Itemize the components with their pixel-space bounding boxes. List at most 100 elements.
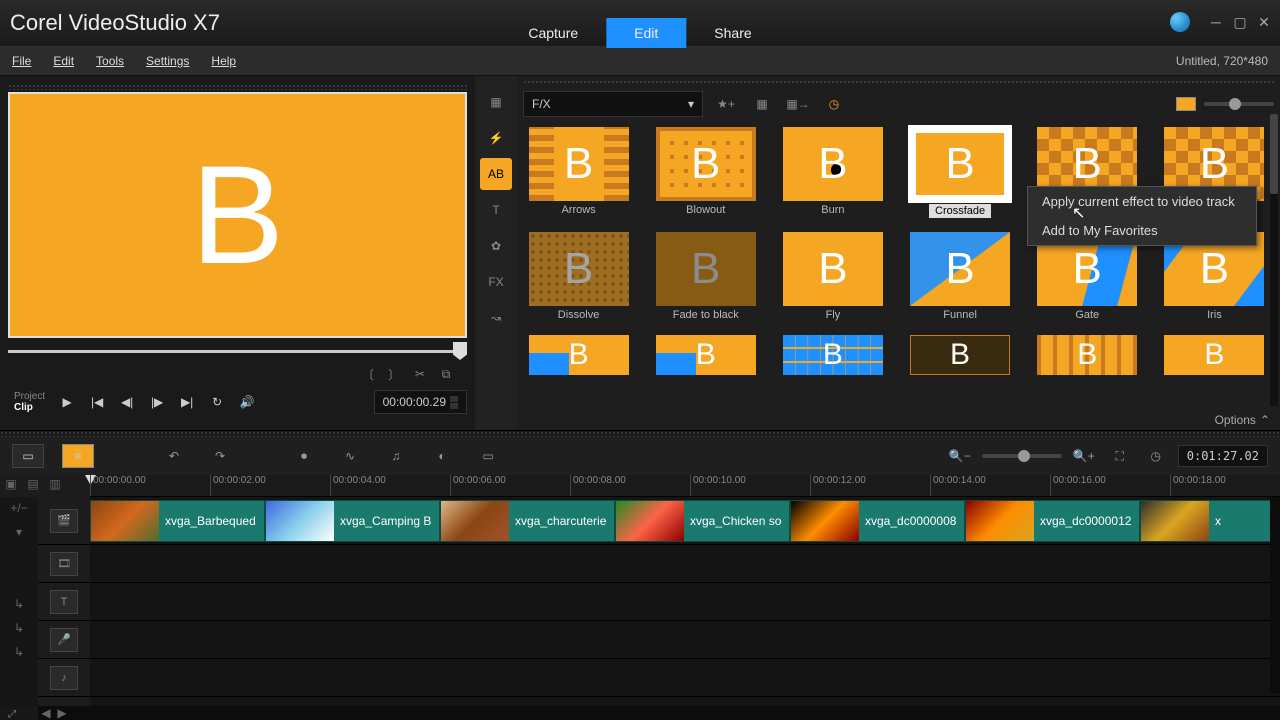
grip-icon[interactable] (8, 84, 467, 90)
apply-current-icon[interactable]: ▦→ (785, 91, 811, 117)
playback-mode[interactable]: Project Clip (8, 389, 51, 415)
mixer-icon[interactable]: ∿ (336, 444, 364, 468)
next-frame-button[interactable]: |▶ (143, 388, 171, 416)
timeline-clip[interactable]: xvga_dc0000008 (790, 500, 965, 542)
video-track-icon[interactable]: 🎬 (50, 509, 78, 533)
menu-settings[interactable]: Settings (146, 54, 189, 68)
overlay-track-icon[interactable]: 🎞 (50, 552, 78, 576)
minimize-icon[interactable]: ─ (1208, 14, 1224, 30)
thumbnail-view-icon[interactable] (1176, 97, 1196, 111)
scroll-left-icon[interactable]: ◀ (38, 706, 54, 720)
timeline-clip[interactable]: xvga_Camping B (265, 500, 440, 542)
home-button[interactable]: |◀ (83, 388, 111, 416)
undo-icon[interactable]: ↶ (160, 444, 188, 468)
storyboard-view-icon[interactable]: ▭ (12, 444, 44, 468)
enlarge-icon[interactable]: ⧉ (436, 364, 456, 384)
record-icon[interactable]: ⏺ (290, 444, 318, 468)
tracks-content[interactable]: xvga_Barbequedxvga_Camping Bxvga_charcut… (90, 497, 1280, 707)
voice-ic-icon[interactable]: ↳ (9, 643, 29, 661)
transition-item[interactable]: B (908, 335, 1011, 375)
volume-button[interactable]: 🔊 (233, 388, 261, 416)
ctx-add-favorite[interactable]: Add to My Favorites (1028, 216, 1256, 245)
mark-in-icon[interactable]: 〔 (358, 364, 378, 384)
maximize-icon[interactable]: ▢ (1232, 14, 1248, 30)
mark-out-icon[interactable]: 〕 (384, 364, 404, 384)
transition-item[interactable]: B (1163, 335, 1266, 375)
preview-timecode[interactable]: 00:00:00.29 (374, 390, 467, 414)
instant-tab-icon[interactable]: ⚡ (480, 122, 512, 154)
tab-capture[interactable]: Capture (500, 18, 606, 48)
end-button[interactable]: ▶| (173, 388, 201, 416)
timeline-view-icon[interactable]: ≡ (62, 444, 94, 468)
menu-help[interactable]: Help (211, 54, 236, 68)
transition-tab-icon[interactable]: AB (480, 158, 512, 190)
video-track-row[interactable]: xvga_Barbequedxvga_Camping Bxvga_charcut… (90, 497, 1280, 545)
ctx-apply-effect[interactable]: Apply current effect to video track (1028, 187, 1256, 216)
thumb-zoom-slider[interactable] (1204, 102, 1274, 106)
scroll-right-icon[interactable]: ▶ (54, 706, 70, 720)
close-icon[interactable]: ✕ (1256, 14, 1272, 30)
timeline-vscroll[interactable] (1270, 497, 1280, 693)
fit-icon[interactable]: ⛶ (1106, 444, 1134, 468)
title-ic-icon[interactable]: ↳ (9, 619, 29, 637)
filter-tab-icon[interactable]: FX (480, 266, 512, 298)
path-tab-icon[interactable]: ↝ (480, 302, 512, 334)
repeat-button[interactable]: ↻ (203, 388, 231, 416)
music-track-row[interactable] (90, 659, 1280, 697)
menu-edit[interactable]: Edit (53, 54, 74, 68)
title-track-row[interactable] (90, 583, 1280, 621)
scrub-slider[interactable] (8, 342, 467, 362)
timeline-zoom-slider[interactable] (982, 454, 1062, 458)
apply-random-icon[interactable]: ▦ (749, 91, 775, 117)
ruler-marker-icon[interactable]: ▣ (0, 475, 22, 493)
transition-item[interactable]: BFade to black (654, 232, 757, 321)
transition-item[interactable]: B (527, 335, 630, 375)
transition-item[interactable]: B (1036, 335, 1139, 375)
guide-icon[interactable] (1170, 12, 1190, 32)
zoom-out-icon[interactable]: 🔍− (946, 444, 974, 468)
media-tab-icon[interactable]: ▦ (480, 86, 512, 118)
graphic-tab-icon[interactable]: ✿ (480, 230, 512, 262)
ruler-chapter-icon[interactable]: ▤ (22, 475, 44, 493)
timeline-clip[interactable]: xvga_dc0000012 (965, 500, 1140, 542)
timer-icon[interactable]: ◷ (821, 91, 847, 117)
add-track-icon[interactable]: +/− (9, 499, 29, 517)
transition-item[interactable]: BFunnel (908, 232, 1011, 321)
expand-tracks-icon[interactable]: ⤢ (8, 709, 16, 720)
prev-frame-button[interactable]: ◀| (113, 388, 141, 416)
cut-icon[interactable]: ✂ (410, 364, 430, 384)
transition-item[interactable]: BCrossfade (908, 127, 1011, 218)
transition-item[interactable]: BFly (781, 232, 884, 321)
transition-item[interactable]: BArrows (527, 127, 630, 218)
timeline-clip[interactable]: xvga_Chicken so (615, 500, 790, 542)
voice-track-row[interactable] (90, 621, 1280, 659)
transition-item[interactable]: B (654, 335, 757, 375)
tab-edit[interactable]: Edit (606, 18, 686, 48)
zoom-in-icon[interactable]: 🔍+ (1070, 444, 1098, 468)
duration-icon[interactable]: ◷ (1142, 444, 1170, 468)
tab-share[interactable]: Share (686, 18, 779, 48)
time-ruler[interactable]: 00:00:00.0000:00:02.0000:00:04.0000:00:0… (90, 475, 1280, 497)
timeline-hscroll[interactable]: ◀ ▶ (38, 706, 1280, 720)
transition-item[interactable]: BBlowout (654, 127, 757, 218)
timeline-clip[interactable]: xvga_Barbequed (90, 500, 265, 542)
ruler-cue-icon[interactable]: ▥ (44, 475, 66, 493)
transition-item[interactable]: BBurn (781, 127, 884, 218)
transition-item[interactable]: B (781, 335, 884, 375)
tc-up-icon[interactable] (450, 396, 458, 402)
play-button[interactable]: ▶ (53, 388, 81, 416)
menu-file[interactable]: File (12, 54, 31, 68)
motion-icon[interactable]: ◐ (428, 444, 456, 468)
title-track-icon[interactable]: T (50, 590, 78, 614)
auto-music-icon[interactable]: ♫ (382, 444, 410, 468)
category-dropdown[interactable]: F/X▾ (523, 91, 703, 117)
library-scrollbar[interactable] (1270, 114, 1278, 406)
subtitle-icon[interactable]: ▭ (474, 444, 502, 468)
transition-item[interactable]: BDissolve (527, 232, 630, 321)
options-toggle[interactable]: Options⌃ (1205, 410, 1280, 430)
title-tab-icon[interactable]: T (480, 194, 512, 226)
menu-tools[interactable]: Tools (96, 54, 124, 68)
music-track-icon[interactable]: ♪ (50, 666, 78, 690)
timeline-clip[interactable]: xvga_charcuterie (440, 500, 615, 542)
timeline-clip[interactable]: x (1140, 500, 1280, 542)
